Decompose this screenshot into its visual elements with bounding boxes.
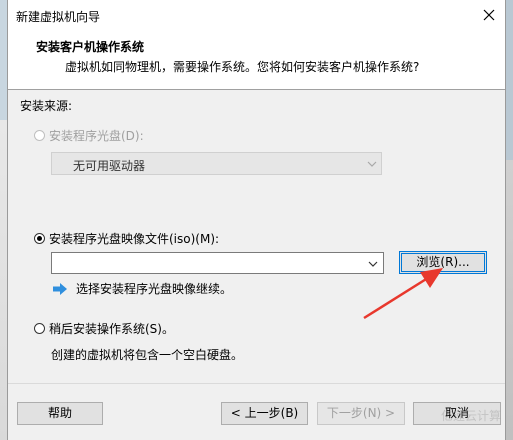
info-arrow-icon [53,282,67,295]
next-button[interactable]: 下一步(N) > [317,402,405,425]
page-title: 安装客户机操作系统 [36,40,145,54]
close-icon [483,9,495,21]
drive-select[interactable]: 无可用驱动器 [51,152,382,175]
radio-install-later[interactable]: 稍后安装操作系统(S)。 [34,320,174,337]
radio-button[interactable] [34,233,45,244]
help-button[interactable]: 帮助 [17,402,103,425]
new-vm-wizard-dialog: 新建虚拟机向导 安装客户机操作系统 虚拟机如同物理机，需要操作系统。您将如何安装… [7,0,506,440]
page-subtitle: 虚拟机如同物理机，需要操作系统。您将如何安装客户机操作系统? [65,60,420,74]
drive-select-value: 无可用驱动器 [73,159,146,173]
radio-label: 安装程序光盘(D): [49,129,144,143]
chevron-down-icon [367,161,377,167]
close-button[interactable] [477,3,501,27]
install-source-label: 安装来源: [20,99,73,113]
wizard-header: 安装客户机操作系统 虚拟机如同物理机，需要操作系统。您将如何安装客户机操作系统? [8,31,505,90]
radio-label: 稍后安装操作系统(S)。 [49,322,174,336]
iso-path-combo[interactable] [51,252,384,274]
radio-installer-disc[interactable]: 安装程序光盘(D): [34,127,144,144]
background-right [506,0,513,440]
footer-divider [8,383,505,384]
iso-hint: 选择安装程序光盘映像继续。 [53,280,232,297]
chevron-down-icon[interactable] [368,260,378,268]
watermark-text: 亿速云计算 [440,409,501,423]
background-left [0,0,7,440]
back-button[interactable]: < 上一步(B) [221,402,308,425]
window-title: 新建虚拟机向导 [16,10,101,24]
iso-hint-text: 选择安装程序光盘映像继续。 [76,282,233,296]
browse-button[interactable]: 浏览(R)... [399,251,487,274]
radio-iso-image[interactable]: 安装程序光盘映像文件(iso)(M): [34,230,219,247]
iso-path-input[interactable] [54,254,358,274]
title-bar[interactable]: 新建虚拟机向导 [8,0,505,31]
radio-button[interactable] [34,323,45,334]
radio-label: 安装程序光盘映像文件(iso)(M): [49,232,220,246]
radio-button[interactable] [34,130,45,141]
install-later-description: 创建的虚拟机将包含一个空白硬盘。 [51,348,244,362]
